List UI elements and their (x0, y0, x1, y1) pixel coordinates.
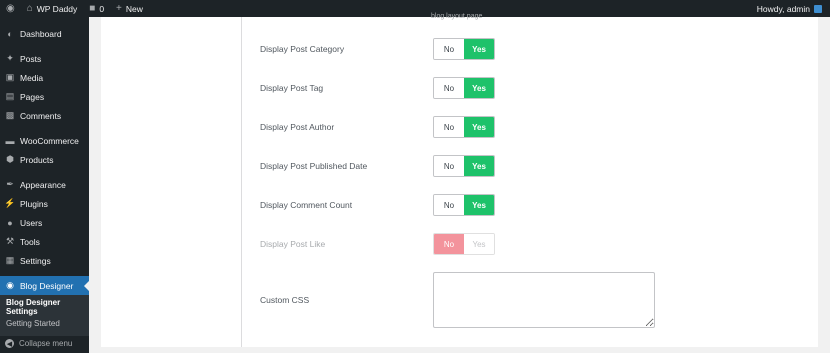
yes-no-toggle: No Yes (433, 155, 495, 177)
wordpress-icon: ◉ (6, 2, 15, 14)
submenu-item-getting-started[interactable]: Getting Started (0, 315, 89, 332)
plus-icon: + (116, 2, 122, 14)
sidebar-item-users[interactable]: ● Users (0, 213, 89, 232)
users-icon: ● (7, 217, 13, 228)
panel-divider (241, 17, 242, 347)
blog-designer-submenu: Blog Designer Settings Getting Started (0, 295, 89, 336)
sidebar-item-blog-designer[interactable]: ◉ Blog Designer (0, 276, 89, 295)
setting-label: Display Post Published Date (260, 161, 368, 171)
home-icon: ⌂ (26, 2, 33, 14)
sidebar-item-label: WooCommerce (20, 135, 79, 146)
sidebar-item-woocommerce[interactable]: ▬ WooCommerce (0, 131, 89, 150)
sidebar-item-appearance[interactable]: ✒ Appearance (0, 175, 89, 194)
sidebar-item-tools[interactable]: ⚒ Tools (0, 232, 89, 251)
setting-row-post-published-date: Display Post Published Date No Yes (260, 155, 760, 177)
setting-row-post-like: Display Post Like No Yes (260, 233, 760, 255)
sidebar-item-label: Dashboard (20, 28, 62, 39)
site-name-link[interactable]: ⌂ WP Daddy (21, 0, 84, 17)
comments-link[interactable]: ■ 0 (83, 0, 110, 17)
setting-label: Display Post Tag (260, 83, 324, 93)
sidebar-item-pages[interactable]: ▤ Pages (0, 87, 89, 106)
wrench-icon: ⚒ (5, 236, 15, 246)
comments-icon: ▩ (5, 110, 15, 120)
sidebar-item-label: Plugins (20, 198, 48, 209)
admin-sidebar: ◐ Dashboard ✦ Posts ▣ Media ▤ Pages ▩ Co… (0, 17, 89, 353)
pin-icon: ✦ (6, 53, 14, 63)
pages-icon: ▤ (5, 91, 15, 101)
setting-label: Display Post Category (260, 44, 345, 54)
dashboard-icon: ◐ (7, 28, 13, 39)
site-name: WP Daddy (36, 3, 78, 14)
no-button[interactable]: No (434, 39, 464, 59)
collapse-arrow-icon: ◀ (5, 339, 14, 348)
setting-label: Display Post Author (260, 122, 335, 132)
yes-button[interactable]: Yes (464, 234, 494, 254)
setting-label: Custom CSS (260, 295, 310, 305)
account-menu[interactable]: Howdy, admin (757, 4, 830, 14)
faded-description: blog layout page (431, 13, 483, 20)
settings-panel: blog layout page Display Post Category N… (101, 13, 818, 347)
no-button[interactable]: No (434, 195, 464, 215)
new-content-button[interactable]: + New (110, 0, 149, 17)
setting-row-post-tag: Display Post Tag No Yes (260, 77, 760, 99)
sidebar-item-label: Users (20, 217, 43, 228)
products-icon: ⬢ (6, 154, 14, 164)
sidebar-item-label: Media (20, 72, 44, 83)
yes-no-toggle: No Yes (433, 38, 495, 60)
sidebar-item-plugins[interactable]: ⚡ Plugins (0, 194, 89, 213)
submenu-item-blog-designer-settings[interactable]: Blog Designer Settings (0, 298, 89, 316)
avatar (814, 4, 822, 13)
yes-button[interactable]: Yes (464, 195, 494, 215)
setting-label: Display Post Like (260, 239, 326, 249)
setting-row-post-author: Display Post Author No Yes (260, 116, 760, 138)
plugin-icon: ⚡ (4, 198, 16, 208)
sidebar-item-settings[interactable]: ▦ Settings (0, 251, 89, 270)
howdy-text: Howdy, admin (756, 3, 810, 14)
no-button[interactable]: No (434, 117, 464, 137)
yes-button[interactable]: Yes (464, 39, 494, 59)
yes-no-toggle: No Yes (433, 77, 495, 99)
yes-no-toggle: No Yes (433, 194, 495, 216)
setting-row-post-category: Display Post Category No Yes (260, 38, 760, 60)
media-icon: ▣ (5, 72, 15, 82)
sidebar-item-label: Tools (20, 236, 40, 247)
yes-button[interactable]: Yes (464, 117, 494, 137)
setting-row-comment-count: Display Comment Count No Yes (260, 194, 760, 216)
sidebar-item-label: Blog Designer (20, 280, 74, 291)
sidebar-item-label: Appearance (20, 179, 66, 190)
sidebar-item-label: Settings (20, 255, 51, 266)
collapse-label: Collapse menu (19, 339, 73, 348)
sidebar-item-label: Products (20, 154, 54, 165)
woocommerce-icon: ▬ (5, 135, 15, 146)
sidebar-item-comments[interactable]: ▩ Comments (0, 106, 89, 125)
sidebar-item-label: Posts (20, 53, 42, 64)
yes-button[interactable]: Yes (464, 78, 494, 98)
setting-label: Display Comment Count (260, 200, 353, 210)
no-button[interactable]: No (434, 234, 464, 254)
brush-icon: ✒ (6, 179, 14, 189)
yes-no-toggle: No Yes (433, 233, 495, 255)
sidebar-item-label: Pages (20, 91, 45, 102)
comment-bubble-icon: ■ (89, 2, 96, 14)
sidebar-item-media[interactable]: ▣ Media (0, 68, 89, 87)
sidebar-item-products[interactable]: ⬢ Products (0, 150, 89, 169)
comments-count: 0 (99, 3, 105, 14)
sidebar-item-label: Comments (20, 110, 62, 121)
yes-no-toggle: No Yes (433, 116, 495, 138)
no-button[interactable]: No (434, 78, 464, 98)
blog-designer-icon: ◉ (6, 280, 14, 290)
no-button[interactable]: No (434, 156, 464, 176)
collapse-menu-button[interactable]: ◀ Collapse menu (0, 334, 89, 353)
sidebar-item-dashboard[interactable]: ◐ Dashboard (0, 24, 89, 43)
admin-bar: ◉ ⌂ WP Daddy ■ 0 + New Howdy, admin (0, 0, 830, 17)
settings-icon: ▦ (5, 255, 15, 265)
yes-button[interactable]: Yes (464, 156, 494, 176)
wordpress-logo-button[interactable]: ◉ (0, 0, 21, 17)
custom-css-textarea[interactable] (433, 272, 655, 328)
new-label: New (125, 3, 143, 14)
sidebar-item-posts[interactable]: ✦ Posts (0, 49, 89, 68)
setting-row-custom-css: Custom CSS (260, 272, 760, 328)
